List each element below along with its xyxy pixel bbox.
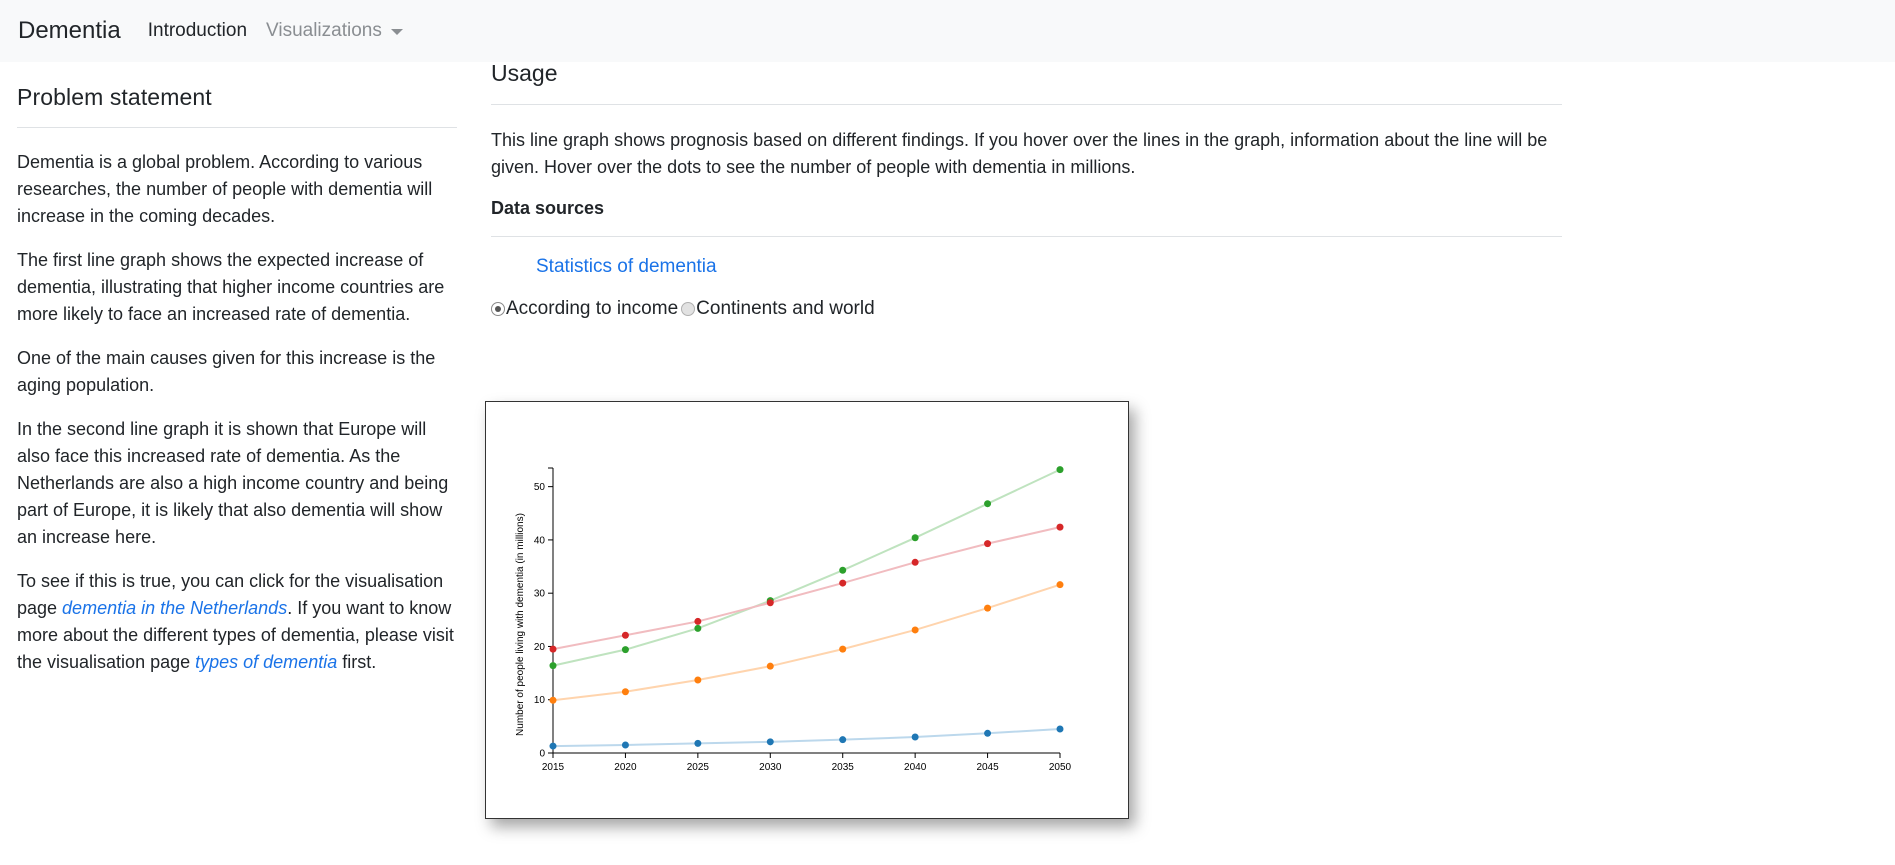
- series-line-4[interactable]: [552, 728, 1061, 748]
- radio-button[interactable]: [491, 302, 505, 316]
- y-tick-label: 10: [534, 695, 546, 706]
- data-point[interactable]: [984, 729, 992, 737]
- dataset-radio-group: According to income Continents and world: [491, 298, 1562, 320]
- y-tick-label: 30: [534, 589, 546, 600]
- data-point[interactable]: [549, 662, 557, 670]
- data-point[interactable]: [621, 741, 629, 749]
- problem-statement-title: Problem statement: [17, 84, 457, 128]
- data-point[interactable]: [766, 738, 774, 746]
- navbar: Dementia Introduction Visualizations: [0, 0, 1895, 62]
- data-point[interactable]: [984, 604, 992, 612]
- radio-label: According to income: [506, 298, 679, 319]
- usage-section: Usage This line graph shows prognosis ba…: [491, 60, 1562, 320]
- data-point[interactable]: [766, 599, 774, 607]
- y-axis-title: Number of people living with dementia (i…: [515, 513, 526, 736]
- data-point[interactable]: [911, 558, 919, 566]
- data-point[interactable]: [1056, 581, 1064, 589]
- data-point[interactable]: [839, 645, 847, 653]
- y-tick-label: 0: [539, 749, 545, 760]
- link-types-of-dementia[interactable]: types of dementia: [195, 652, 337, 672]
- data-point[interactable]: [694, 676, 702, 684]
- x-tick-label: 2020: [614, 762, 637, 773]
- radio-label: Continents and world: [696, 298, 875, 319]
- problem-paragraph-4: In the second line graph it is shown tha…: [17, 419, 449, 547]
- link-dementia-netherlands[interactable]: dementia in the Netherlands: [62, 598, 287, 618]
- data-point[interactable]: [839, 566, 847, 574]
- x-tick-label: 2030: [759, 762, 782, 773]
- problem-paragraph-5: To see if this is true, you can click fo…: [17, 568, 457, 676]
- y-tick-label: 20: [534, 642, 546, 653]
- line-chart-container: 2015 2020 2025 2030 2035 2040 2045 2050 0 10 20 30 4…: [485, 401, 1129, 819]
- problem-paragraph-3: One of the main causes given for this in…: [17, 348, 436, 395]
- x-tick-label: 2035: [832, 762, 855, 773]
- data-point[interactable]: [694, 617, 702, 625]
- data-point[interactable]: [911, 626, 919, 634]
- data-point[interactable]: [694, 624, 702, 632]
- usage-title: Usage: [491, 60, 1562, 105]
- radio-according-to-income[interactable]: According to income: [491, 298, 681, 320]
- data-point[interactable]: [621, 631, 629, 639]
- x-tick-label: 2040: [904, 762, 927, 773]
- y-tick-label: 40: [534, 535, 546, 546]
- data-point[interactable]: [694, 739, 702, 747]
- data-point[interactable]: [621, 646, 629, 654]
- data-point[interactable]: [621, 688, 629, 696]
- x-tick-label: 2045: [976, 762, 999, 773]
- link-statistics-of-dementia[interactable]: Statistics of dementia: [536, 256, 1562, 278]
- x-tick-label: 2015: [542, 762, 565, 773]
- data-point[interactable]: [1056, 523, 1064, 531]
- data-point[interactable]: [549, 696, 557, 704]
- data-point[interactable]: [911, 733, 919, 741]
- problem-paragraph-2: The first line graph shows the expected …: [17, 250, 445, 324]
- p5-text-3: first.: [337, 652, 377, 672]
- series-line-2[interactable]: [552, 526, 1061, 651]
- usage-description: This line graph shows prognosis based on…: [491, 130, 1548, 177]
- radio-continents-and-world[interactable]: Continents and world: [681, 298, 878, 320]
- radio-button[interactable]: [681, 302, 696, 316]
- data-point[interactable]: [984, 540, 992, 548]
- series-line-1[interactable]: [552, 468, 1061, 667]
- nav-introduction[interactable]: Introduction: [148, 20, 247, 42]
- x-tick-label: 2050: [1049, 762, 1072, 773]
- problem-paragraph-1: Dementia is a global problem. According …: [17, 152, 433, 226]
- data-point[interactable]: [839, 736, 847, 744]
- y-tick-label: 50: [534, 482, 546, 493]
- data-point[interactable]: [911, 534, 919, 542]
- nav-visualizations-label: Visualizations: [266, 20, 382, 41]
- x-tick-label: 2025: [687, 762, 710, 773]
- data-point[interactable]: [839, 579, 847, 587]
- chevron-down-icon: [390, 29, 403, 35]
- data-sources-title: Data sources: [491, 198, 1562, 237]
- series-line-3[interactable]: [552, 583, 1061, 702]
- data-point[interactable]: [1056, 725, 1064, 733]
- data-point[interactable]: [549, 645, 557, 653]
- brand-link[interactable]: Dementia: [18, 17, 121, 45]
- line-chart: 2015 2020 2025 2030 2035 2040 2045 205001020304…: [515, 466, 1072, 773]
- data-point[interactable]: [984, 500, 992, 508]
- data-point[interactable]: [766, 662, 774, 670]
- data-point[interactable]: [549, 742, 557, 750]
- problem-statement-section: Problem statement Dementia is a global p…: [17, 84, 457, 693]
- nav-visualizations-dropdown[interactable]: Visualizations: [266, 20, 403, 42]
- data-point[interactable]: [1056, 466, 1064, 474]
